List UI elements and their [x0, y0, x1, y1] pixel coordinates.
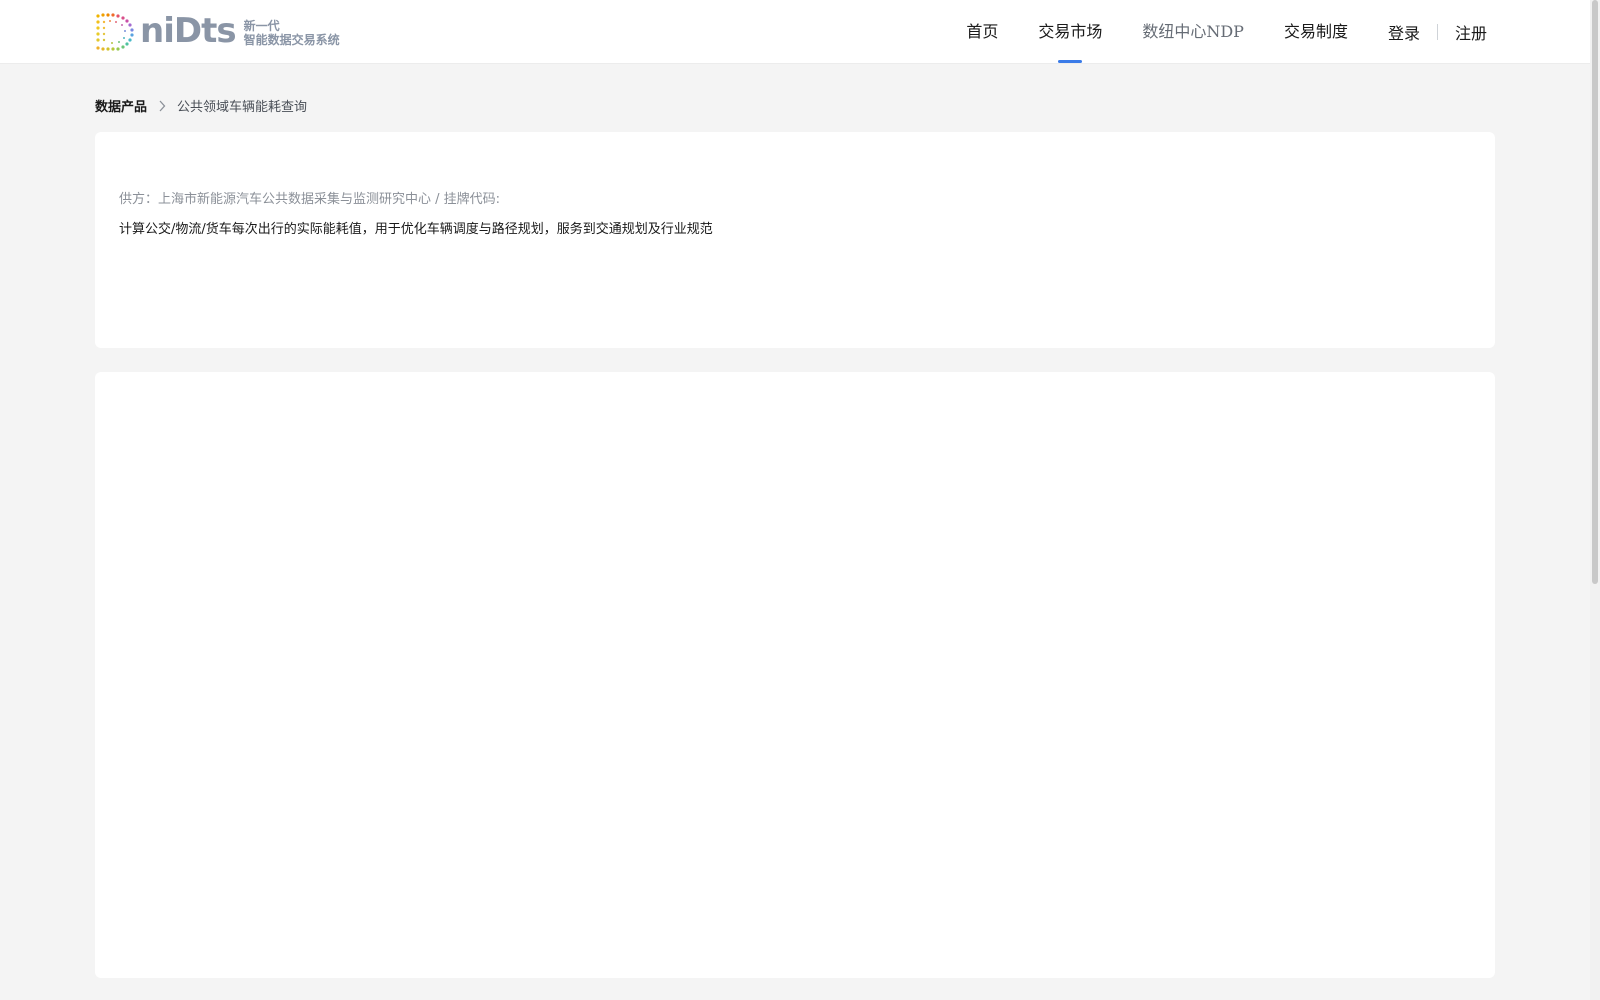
logo-tagline: 新一代 智能数据交易系统	[244, 19, 340, 47]
supplier-line: 供方：上海市新能源汽车公共数据采集与监测研究中心 / 挂牌代码:	[119, 192, 501, 207]
breadcrumb-current: 公共领域车辆能耗查询	[177, 100, 308, 115]
register-link[interactable]: 注册	[1455, 20, 1487, 44]
auth-links: 登录 注册	[1388, 0, 1487, 63]
chevron-right-icon	[156, 100, 168, 112]
auth-divider	[1436, 23, 1438, 40]
page-scrollbar[interactable]	[1590, 0, 1600, 1000]
nav-item-home[interactable]: 首页	[966, 0, 998, 63]
nav-item-rules[interactable]: 交易制度	[1284, 0, 1348, 63]
scrollbar-thumb[interactable]	[1592, 0, 1598, 584]
breadcrumb: 数据产品 公共领域车辆能耗查询	[95, 96, 307, 115]
login-link[interactable]: 登录	[1388, 20, 1420, 44]
logo-tagline-line1: 新一代	[243, 19, 280, 33]
product-detail-panel	[95, 372, 1495, 978]
top-navbar: niDts 新一代 智能数据交易系统 首页 交易市场 数纽中心NDP 交易制度 …	[0, 0, 1590, 64]
logo-tagline-line2: 智能数据交易系统	[243, 33, 340, 47]
nav-item-ndp[interactable]: 数纽中心NDP	[1142, 0, 1244, 63]
site-logo[interactable]: niDts 新一代 智能数据交易系统	[94, 10, 340, 54]
product-info-card: 供方：上海市新能源汽车公共数据采集与监测研究中心 / 挂牌代码: 计算公交/物流…	[95, 132, 1495, 348]
logo-d-mark-icon	[96, 13, 134, 51]
product-description: 计算公交/物流/货车每次出行的实际能耗值，用于优化车辆调度与路径规划，服务到交通…	[119, 222, 713, 237]
logo-wordmark: niDts	[140, 11, 237, 51]
main-nav: 首页 交易市场 数纽中心NDP 交易制度 登录 注册	[926, 0, 1487, 63]
breadcrumb-root[interactable]: 数据产品	[95, 96, 147, 115]
nav-item-market[interactable]: 交易市场	[1038, 0, 1102, 63]
